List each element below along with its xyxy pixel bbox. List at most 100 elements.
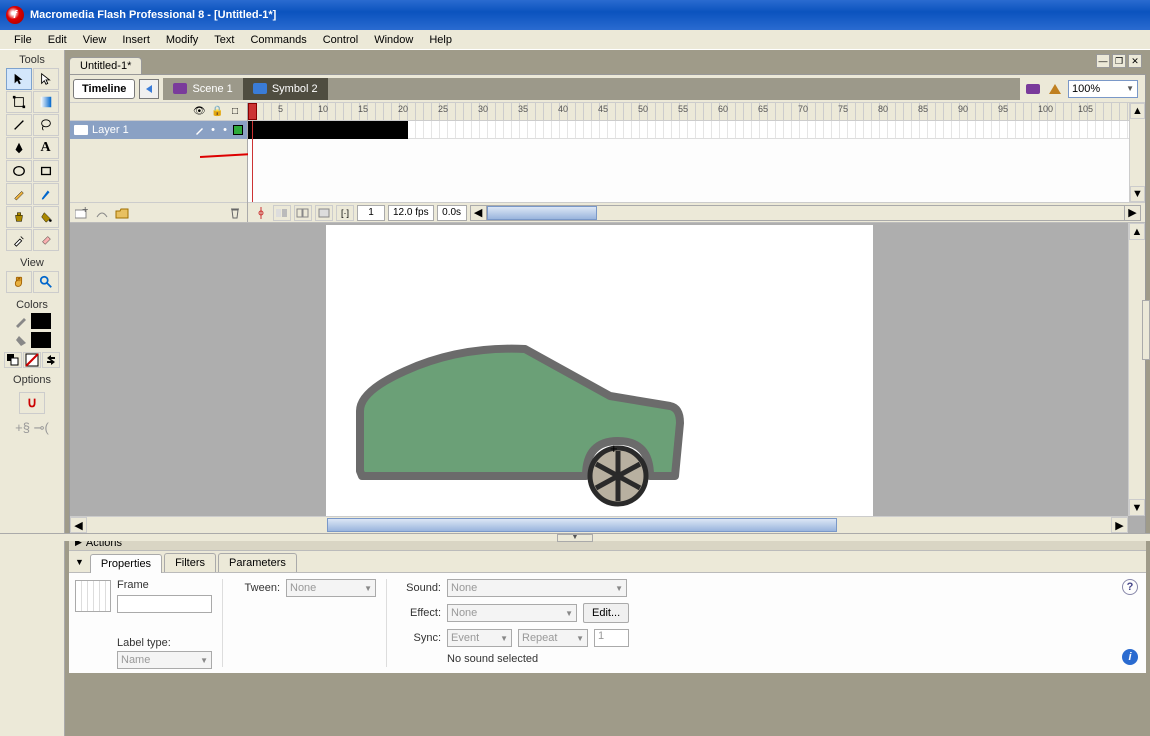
gradient-transform-tool[interactable] xyxy=(33,91,59,113)
app-icon: f xyxy=(6,6,24,24)
timeline-toggle-button[interactable]: Timeline xyxy=(73,79,135,99)
elapsed-time-field: 0.0s xyxy=(437,205,467,221)
scene-icon xyxy=(173,83,187,94)
stroke-color-swatch[interactable] xyxy=(31,313,51,329)
modify-onion-markers-button[interactable]: [·] xyxy=(336,205,354,221)
selected-frames[interactable] xyxy=(248,121,408,139)
pen-tool[interactable] xyxy=(6,137,32,159)
insert-folder-button[interactable] xyxy=(114,205,130,221)
layer-row[interactable]: Layer 1 • • xyxy=(70,121,247,139)
subselection-tool[interactable] xyxy=(33,68,59,90)
menu-window[interactable]: Window xyxy=(366,32,421,48)
menu-modify[interactable]: Modify xyxy=(158,32,206,48)
eye-column-icon[interactable]: 👁 xyxy=(193,106,205,117)
fill-color-swatch[interactable] xyxy=(31,332,51,348)
menu-view[interactable]: View xyxy=(75,32,115,48)
center-frame-button[interactable] xyxy=(252,205,270,221)
doc-restore-button[interactable]: ❐ xyxy=(1112,54,1126,68)
zoom-combo[interactable]: 100%▼ xyxy=(1068,80,1138,98)
layer-pencil-icon xyxy=(195,125,205,135)
stage-area[interactable]: + ▲▼ ◀▶ xyxy=(70,223,1145,533)
menu-help[interactable]: Help xyxy=(421,32,460,48)
effect-combo[interactable]: None▼ xyxy=(447,604,577,622)
edit-scene-button[interactable] xyxy=(1024,80,1042,98)
onion-skin-outlines-button[interactable] xyxy=(294,205,312,221)
scroll-down-icon[interactable]: ▼ xyxy=(1130,186,1145,202)
onion-skin-button[interactable] xyxy=(273,205,291,221)
stage-horizontal-scrollbar[interactable]: ◀▶ xyxy=(70,516,1128,533)
lock-column-icon[interactable]: 🔒 xyxy=(211,106,223,117)
outline-column-icon[interactable]: □ xyxy=(229,106,241,117)
collapse-icon[interactable]: ▼ xyxy=(75,557,84,567)
tab-properties[interactable]: Properties xyxy=(90,554,162,573)
doc-close-button[interactable]: ✕ xyxy=(1128,54,1142,68)
label-type-combo[interactable]: Name▼ xyxy=(117,651,212,669)
zoom-tool[interactable] xyxy=(33,271,59,293)
scroll-left-icon[interactable]: ◀ xyxy=(471,206,487,220)
rectangle-tool[interactable] xyxy=(33,160,59,182)
default-colors-button[interactable] xyxy=(4,352,22,368)
hand-tool[interactable] xyxy=(6,271,32,293)
sync-combo[interactable]: Event▼ xyxy=(447,629,512,647)
swap-colors-button[interactable] xyxy=(42,352,60,368)
text-tool[interactable]: A xyxy=(33,137,59,159)
eraser-tool[interactable] xyxy=(33,229,59,251)
scroll-right-icon[interactable]: ▶ xyxy=(1124,206,1140,220)
timeline-panel: 👁 🔒 □ Layer 1 • • xyxy=(70,103,1145,223)
insert-layer-button[interactable]: + xyxy=(74,205,90,221)
timeline-vertical-scrollbar[interactable]: ▲ ▼ xyxy=(1129,103,1145,202)
scroll-up-icon[interactable]: ▲ xyxy=(1130,103,1145,119)
help-icon[interactable]: ? xyxy=(1122,579,1138,595)
tab-parameters[interactable]: Parameters xyxy=(218,553,297,572)
layer-locked-dot[interactable]: • xyxy=(221,126,229,134)
selection-tool[interactable] xyxy=(6,68,32,90)
sound-combo[interactable]: None▼ xyxy=(447,579,627,597)
eyedropper-tool[interactable] xyxy=(6,229,32,251)
ink-bottle-tool[interactable] xyxy=(6,206,32,228)
scrollbar-thumb[interactable] xyxy=(487,206,597,220)
snap-option-button[interactable] xyxy=(19,392,45,414)
timeline-ruler[interactable]: 5 10 15 20 25 30 35 40 45 50 55 60 65 70 xyxy=(248,103,1145,121)
menu-edit[interactable]: Edit xyxy=(40,32,75,48)
menu-control[interactable]: Control xyxy=(315,32,366,48)
tween-combo[interactable]: None▼ xyxy=(286,579,376,597)
timeline-horizontal-scrollbar[interactable]: ◀ ▶ xyxy=(470,205,1141,221)
repeat-combo[interactable]: Repeat▼ xyxy=(518,629,588,647)
stroke-color-row xyxy=(14,313,51,329)
scene-breadcrumb[interactable]: Scene 1 xyxy=(163,78,242,100)
line-tool[interactable] xyxy=(6,114,32,136)
doc-minimize-button[interactable]: — xyxy=(1096,54,1110,68)
playhead-marker[interactable] xyxy=(248,103,257,120)
tab-filters[interactable]: Filters xyxy=(164,553,216,572)
symbol-breadcrumb[interactable]: Symbol 2 xyxy=(243,78,328,100)
layer-outline-swatch[interactable] xyxy=(233,125,243,135)
menu-text[interactable]: Text xyxy=(206,32,242,48)
lasso-tool[interactable] xyxy=(33,114,59,136)
document-tab[interactable]: Untitled-1* xyxy=(69,57,142,74)
menu-file[interactable]: File xyxy=(6,32,40,48)
frame-label-input[interactable] xyxy=(117,595,212,613)
frames-track[interactable] xyxy=(248,121,1145,202)
back-button[interactable] xyxy=(139,79,159,99)
edit-multiple-frames-button[interactable] xyxy=(315,205,333,221)
no-color-button[interactable] xyxy=(23,352,41,368)
timeline-status-bar: [·] 1 12.0 fps 0.0s ◀ ▶ xyxy=(248,202,1145,222)
add-motion-guide-button[interactable] xyxy=(94,205,110,221)
delete-layer-button[interactable] xyxy=(227,205,243,221)
brush-tool[interactable] xyxy=(33,183,59,205)
free-transform-tool[interactable] xyxy=(6,91,32,113)
repeat-count-input[interactable]: 1 xyxy=(594,629,629,647)
panel-resize-grip[interactable] xyxy=(0,533,1150,541)
collapsed-panel-tab[interactable] xyxy=(1142,300,1150,360)
info-icon[interactable]: i xyxy=(1122,649,1138,665)
paint-bucket-tool[interactable] xyxy=(33,206,59,228)
edit-symbol-button[interactable] xyxy=(1046,80,1064,98)
stage-vertical-scrollbar[interactable]: ▲▼ xyxy=(1128,223,1145,516)
edit-sound-button[interactable]: Edit... xyxy=(583,603,629,623)
layer-visible-dot[interactable]: • xyxy=(209,126,217,134)
oval-tool[interactable] xyxy=(6,160,32,182)
pencil-tool[interactable] xyxy=(6,183,32,205)
menu-insert[interactable]: Insert xyxy=(114,32,158,48)
properties-tab-bar: ▼ Properties Filters Parameters xyxy=(69,551,1146,573)
menu-commands[interactable]: Commands xyxy=(242,32,314,48)
